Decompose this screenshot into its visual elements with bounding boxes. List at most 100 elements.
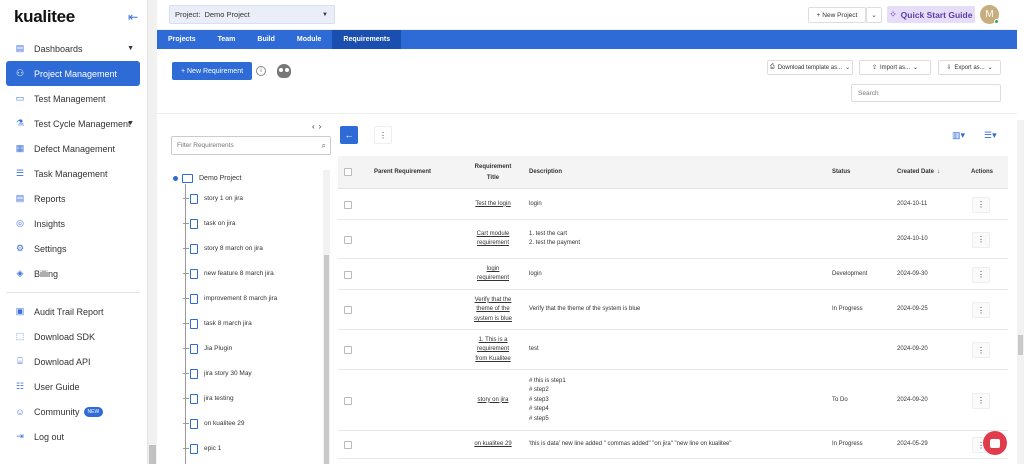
filter-requirements-input[interactable] (171, 136, 331, 155)
owl-mascot-icon[interactable] (277, 64, 291, 78)
requirement-title-link[interactable]: Test the login (472, 200, 514, 210)
row-checkbox[interactable] (344, 346, 352, 354)
tree-item[interactable]: Jia Plugin (173, 336, 321, 361)
description-cell: # this is step1 # step2 # step3 # step4 # st… (529, 377, 819, 425)
new-project-dropdown[interactable]: ⌄ (866, 7, 882, 23)
sidebar-item-task-management[interactable]: ☰ Task Management (6, 161, 140, 186)
description-line: # step3 (529, 396, 549, 403)
tree-nav-arrows[interactable]: ‹› (312, 122, 325, 131)
row-checkbox[interactable] (344, 270, 352, 279)
requirement-title-link[interactable]: Verify that the theme of the system is b… (472, 296, 514, 325)
tree-root[interactable]: Demo Project (173, 170, 321, 186)
tab-module[interactable]: Module (286, 30, 333, 49)
row-actions-button[interactable]: ⋮ (972, 302, 990, 318)
sidebar-nav: ▤ Dashboards ▼ ⚇ Project Management ▭ Test Man… (6, 36, 140, 449)
row-checkbox[interactable] (344, 200, 352, 209)
avatar[interactable]: M (980, 5, 999, 24)
requirement-title-link[interactable]: login requirement (472, 265, 514, 284)
sidebar-item-defect-management[interactable]: ▦ Defect Management (6, 136, 140, 161)
select-all-checkbox[interactable] (344, 168, 352, 176)
requirement-title-link[interactable]: 1. This is a requirement from Kualitee (472, 336, 514, 365)
sidebar-item-project-management[interactable]: ⚇ Project Management (6, 61, 140, 86)
requirement-title-link[interactable]: on kualitee 29 (472, 440, 514, 450)
tab-projects[interactable]: Projects (157, 30, 207, 49)
insights-icon: ◎ (16, 218, 24, 228)
requirement-title-link[interactable]: story on jira (472, 396, 514, 406)
page-scrollbar[interactable] (1017, 120, 1024, 464)
row-checkbox[interactable] (344, 235, 352, 244)
billing-icon: ◈ (16, 268, 24, 278)
row-checkbox[interactable] (344, 306, 352, 314)
chat-support-button[interactable] (983, 431, 1007, 455)
tree-item[interactable]: on kualitee 29 (173, 411, 321, 436)
row-actions-button[interactable]: ⋮ (972, 266, 990, 283)
sidebar-item-reports[interactable]: ▤ Reports (6, 186, 140, 211)
new-requirement-button[interactable]: + New Requirement (172, 62, 252, 80)
sidebar-item-label: Billing (34, 268, 59, 279)
sidebar-item-insights[interactable]: ◎ Insights (6, 211, 140, 236)
row-checkbox[interactable] (344, 441, 352, 449)
export-icon: ⇩ (946, 65, 952, 71)
sidebar-scrollbar[interactable] (148, 0, 157, 464)
app-logo: kualitee (14, 7, 75, 26)
chevron-down-icon: ▼ (127, 45, 134, 52)
created-date-cell: 2024-10-11 (897, 200, 928, 207)
row-actions-button[interactable]: ⋮ (972, 392, 990, 409)
table-header: Parent Requirement Requirement Title Des… (338, 156, 1008, 189)
new-project-button[interactable]: + New Project (808, 7, 866, 23)
tree-item[interactable]: improvement 8 march jira (173, 286, 321, 311)
sidebar-item-user-guide[interactable]: ☷ User Guide (6, 374, 140, 399)
sidebar-item-test-cycle-management[interactable]: ⚗ Test Cycle Management ▼ (6, 111, 140, 136)
table-row: story on jira # this is step1 # step2 # ste… (338, 370, 1008, 431)
collapse-sidebar-icon[interactable]: ⇤ (128, 10, 138, 24)
sidebar-item-dashboards[interactable]: ▤ Dashboards ▼ (6, 36, 140, 61)
tab-bar: Projects Team Build Module Requirements (157, 30, 1017, 49)
sidebar-item-log-out[interactable]: ⇥ Log out (6, 424, 140, 449)
header-created-date[interactable]: Created Date ↓ (897, 156, 947, 189)
tree-item[interactable]: task on jira (173, 211, 321, 236)
info-icon[interactable]: i (256, 66, 266, 76)
row-actions-button[interactable]: ⋮ (972, 231, 990, 248)
import-button[interactable]: ⇪ Import as... ⌄ (859, 60, 931, 75)
search-input[interactable] (851, 84, 1001, 102)
requirement-title-link[interactable]: Cart module requirement (472, 230, 514, 249)
tab-build[interactable]: Build (246, 30, 286, 49)
status-cell: To Do (832, 396, 848, 403)
table-row: Cart module requirement 1. test the cart 2… (338, 220, 1008, 259)
table-row: on kualitee 29 'this is data' new line ad… (338, 431, 1008, 459)
columns-icon[interactable]: ▥▾ (952, 130, 965, 141)
sidebar-item-billing[interactable]: ◈ Billing (6, 261, 140, 286)
tab-requirements[interactable]: Requirements (332, 30, 402, 49)
sidebar-item-label: Community (34, 406, 80, 417)
more-options-button[interactable]: ⋮ (374, 126, 392, 144)
sidebar-item-settings[interactable]: ⚙ Settings (6, 236, 140, 261)
tree-item[interactable]: jira story 30 May (173, 361, 321, 386)
sidebar-item-download-api[interactable]: ⌸ Download API (6, 349, 140, 374)
sidebar-item-community[interactable]: ☺ Community NEW (6, 399, 140, 424)
logout-icon: ⇥ (16, 431, 24, 441)
tree-item[interactable]: epic 1 (173, 436, 321, 461)
import-icon: ⇪ (871, 65, 877, 71)
export-button[interactable]: ⇩ Export as... ⌄ (938, 60, 1001, 75)
tree-item[interactable]: story 1 on jira (173, 186, 321, 211)
tree-item[interactable]: new feature 8 march jira (173, 261, 321, 286)
tree-item-label: Jia Plugin (204, 345, 233, 352)
row-checkbox[interactable] (344, 396, 352, 405)
requirement-icon (190, 418, 198, 429)
download-template-button[interactable]: ⎙ Download template as... ⌄ (767, 60, 853, 75)
row-actions-button[interactable]: ⋮ (972, 342, 990, 358)
tree-item[interactable]: jira testing (173, 386, 321, 411)
test-icon: ▭ (15, 93, 25, 103)
sidebar-item-test-management[interactable]: ▭ Test Management (6, 86, 140, 111)
filter-icon[interactable]: ☰▾ (984, 130, 997, 141)
tree-item[interactable]: task 8 march jira (173, 311, 321, 336)
sidebar-item-audit-trail-report[interactable]: ▣ Audit Trail Report (6, 299, 140, 324)
tab-team[interactable]: Team (207, 30, 247, 49)
sidebar-item-download-sdk[interactable]: ⬚ Download SDK (6, 324, 140, 349)
back-arrow-button[interactable]: ← (340, 126, 358, 144)
project-selector[interactable]: Project: Demo Project ▼ (169, 5, 335, 24)
quick-start-guide-button[interactable]: ⁘ Quick Start Guide (887, 6, 975, 23)
tree-item[interactable]: story 8 march on jira (173, 236, 321, 261)
row-actions-button[interactable]: ⋮ (972, 196, 990, 213)
tree-scrollbar[interactable] (323, 170, 330, 464)
